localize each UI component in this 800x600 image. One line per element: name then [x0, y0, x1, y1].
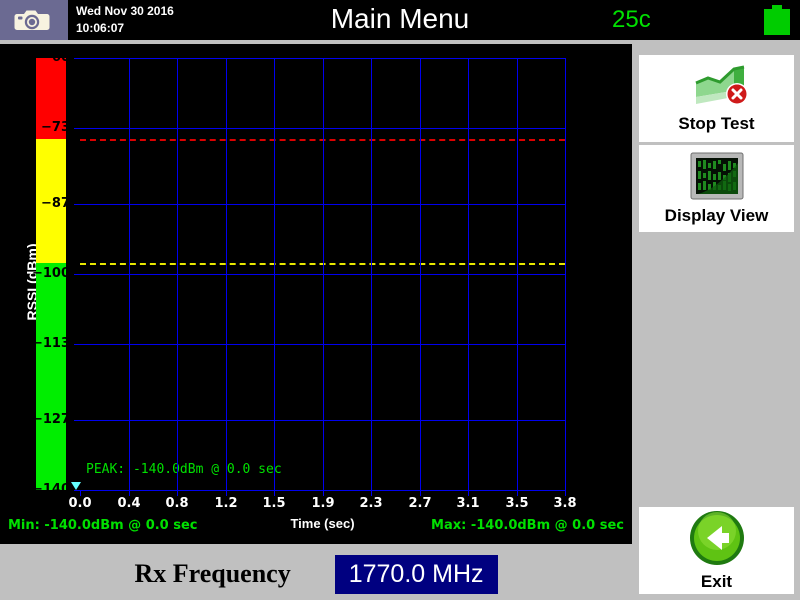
y-tick-label: −73	[41, 120, 70, 136]
rssi-chart-panel: RSSI (dBm) −60 −73 −87 −100 −113 −127 −140 PEA…	[0, 44, 632, 544]
stop-test-button[interactable]: Stop Test	[639, 55, 794, 142]
vertical-gridline	[517, 58, 518, 490]
rx-frequency-row: Rx Frequency 1770.0 MHz	[0, 548, 632, 600]
stop-test-label: Stop Test	[678, 114, 755, 133]
x-tick-label: 0.8	[165, 496, 189, 511]
vertical-gridline	[274, 58, 275, 490]
y-tick-mark	[74, 128, 80, 130]
rx-frequency-label: Rx Frequency	[134, 559, 291, 588]
y-tick-label: −140	[31, 482, 70, 497]
y-tick-mark	[74, 58, 80, 59]
rx-frequency-value[interactable]: 1770.0 MHz	[334, 554, 498, 594]
peak-marker-icon	[71, 482, 81, 490]
battery-full-icon	[764, 5, 790, 35]
x-axis-ticks: 0.0 0.4 0.8 1.2 1.5 1.9 2.3 2.7 3.1 3.5 3.8	[68, 496, 576, 516]
x-tick-label: 1.5	[262, 496, 286, 511]
y-tick-label: −87	[41, 195, 70, 211]
x-tick-label: 1.2	[214, 496, 238, 511]
status-bar: Wed Nov 30 2016 10:06:07 Main Menu 25c	[0, 0, 800, 40]
x-tick-label: 3.8	[553, 496, 577, 511]
y-tick-mark	[74, 419, 80, 421]
x-tick-label: 0.4	[117, 496, 141, 511]
x-tick-label: 0.0	[68, 496, 92, 511]
page-title: Main Menu	[330, 3, 470, 34]
y-tick-mark	[74, 344, 80, 346]
x-tick-label: 2.7	[408, 496, 432, 511]
vertical-gridline	[565, 58, 566, 490]
vertical-gridline	[226, 58, 227, 490]
min-readout: Min: -140.0dBm @ 0.0 sec	[8, 518, 198, 533]
y-tick-mark	[74, 203, 80, 205]
vertical-gridline	[129, 58, 130, 490]
vertical-gridline	[323, 58, 324, 490]
exit-label: Exit	[700, 572, 733, 591]
y-tick-label: −127	[31, 411, 70, 427]
y-axis-ticks: −60 −73 −87 −100 −113 −127 −140	[0, 44, 70, 544]
x-tick-label: 2.3	[359, 496, 383, 511]
x-tick-label: 3.1	[456, 496, 480, 511]
max-readout: Max: -140.0dBm @ 0.0 sec	[431, 518, 624, 533]
peak-annotation: PEAK: -140.0dBm @ 0.0 sec	[86, 462, 282, 477]
vertical-gridline	[468, 58, 469, 490]
battery-body	[764, 9, 790, 35]
y-tick-label: −60	[41, 50, 70, 65]
y-tick-label: −100	[31, 266, 70, 281]
display-view-button[interactable]: Display View	[639, 145, 794, 232]
y-tick-label: −113	[31, 336, 70, 352]
display-screen-icon	[689, 151, 745, 206]
display-view-label: Display View	[664, 206, 769, 225]
x-tick-label: 1.9	[311, 496, 335, 511]
plot-area: PEAK: -140.0dBm @ 0.0 sec	[71, 58, 566, 496]
x-tick-label: 3.5	[505, 496, 529, 511]
vertical-gridline	[177, 58, 178, 490]
back-arrow-icon	[688, 509, 746, 572]
y-tick-mark	[74, 274, 80, 275]
vertical-gridline	[420, 58, 421, 490]
chart-stop-icon	[678, 63, 756, 114]
vertical-gridline	[371, 58, 372, 490]
exit-button[interactable]: Exit	[639, 507, 794, 594]
temperature-readout: 25c	[612, 6, 651, 33]
